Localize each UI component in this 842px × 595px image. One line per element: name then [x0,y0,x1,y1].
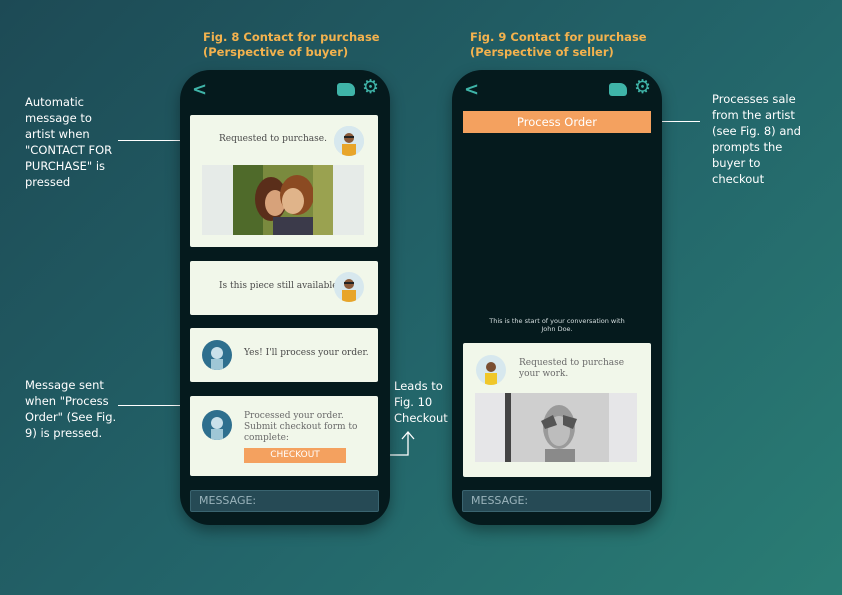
gear-icon[interactable]: ⚙ [634,76,651,98]
seller-phone: < ⚙ Process Order This is the start of y… [452,70,662,525]
message-text: Requested to purchase. [219,134,327,144]
avatar [334,272,364,302]
message-input[interactable]: MESSAGE: [462,490,651,512]
chat-bubble-icon[interactable] [337,83,355,96]
message-text: Requested to purchase your work. [519,358,625,379]
message-card-processed: Processed your order. Submit checkout fo… [190,396,378,476]
note-message-sent: Message sent when "Process Order" (See F… [25,378,117,440]
message-card-request: Requested to purchase your work. [463,343,651,477]
gear-icon[interactable]: ⚙ [362,76,379,98]
process-order-button[interactable]: Process Order [463,111,651,133]
avatar [476,355,506,385]
artwork-frame [475,393,637,462]
artwork-image[interactable] [233,165,333,235]
checkout-button[interactable]: CHECKOUT [244,448,346,463]
chat-bubble-icon[interactable] [609,83,627,96]
message-text: Processed your order. Submit checkout fo… [244,411,358,443]
message-text: Is this piece still available? [219,281,343,291]
note-leads-to: Leads to Fig. 10 Checkout [394,379,448,425]
message-card-request: Requested to purchase. [190,115,378,247]
back-chevron-icon[interactable]: < [192,79,207,100]
fig8-title: Fig. 8 Contact for purchase (Perspective… [203,30,380,59]
note-processes-sale: Processes sale from the artist (see Fig.… [712,92,801,186]
artwork-image[interactable] [505,393,609,462]
avatar [202,340,232,370]
back-chevron-icon[interactable]: < [464,79,479,100]
message-input[interactable]: MESSAGE: [190,490,379,512]
artwork-frame [202,165,364,235]
buyer-phone: < ⚙ Requested to purchase. Is this piece… [180,70,390,525]
fig9-title: Fig. 9 Contact for purchase (Perspective… [470,30,647,59]
message-text: Yes! I'll process your order. [244,348,369,358]
avatar [334,126,364,156]
message-card-reply: Yes! I'll process your order. [190,328,378,382]
note-automatic-message: Automatic message to artist when "CONTAC… [25,95,113,189]
avatar [202,410,232,440]
message-card-question: Is this piece still available? [190,261,378,315]
conversation-start-text: This is the start of your conversation w… [489,317,625,333]
